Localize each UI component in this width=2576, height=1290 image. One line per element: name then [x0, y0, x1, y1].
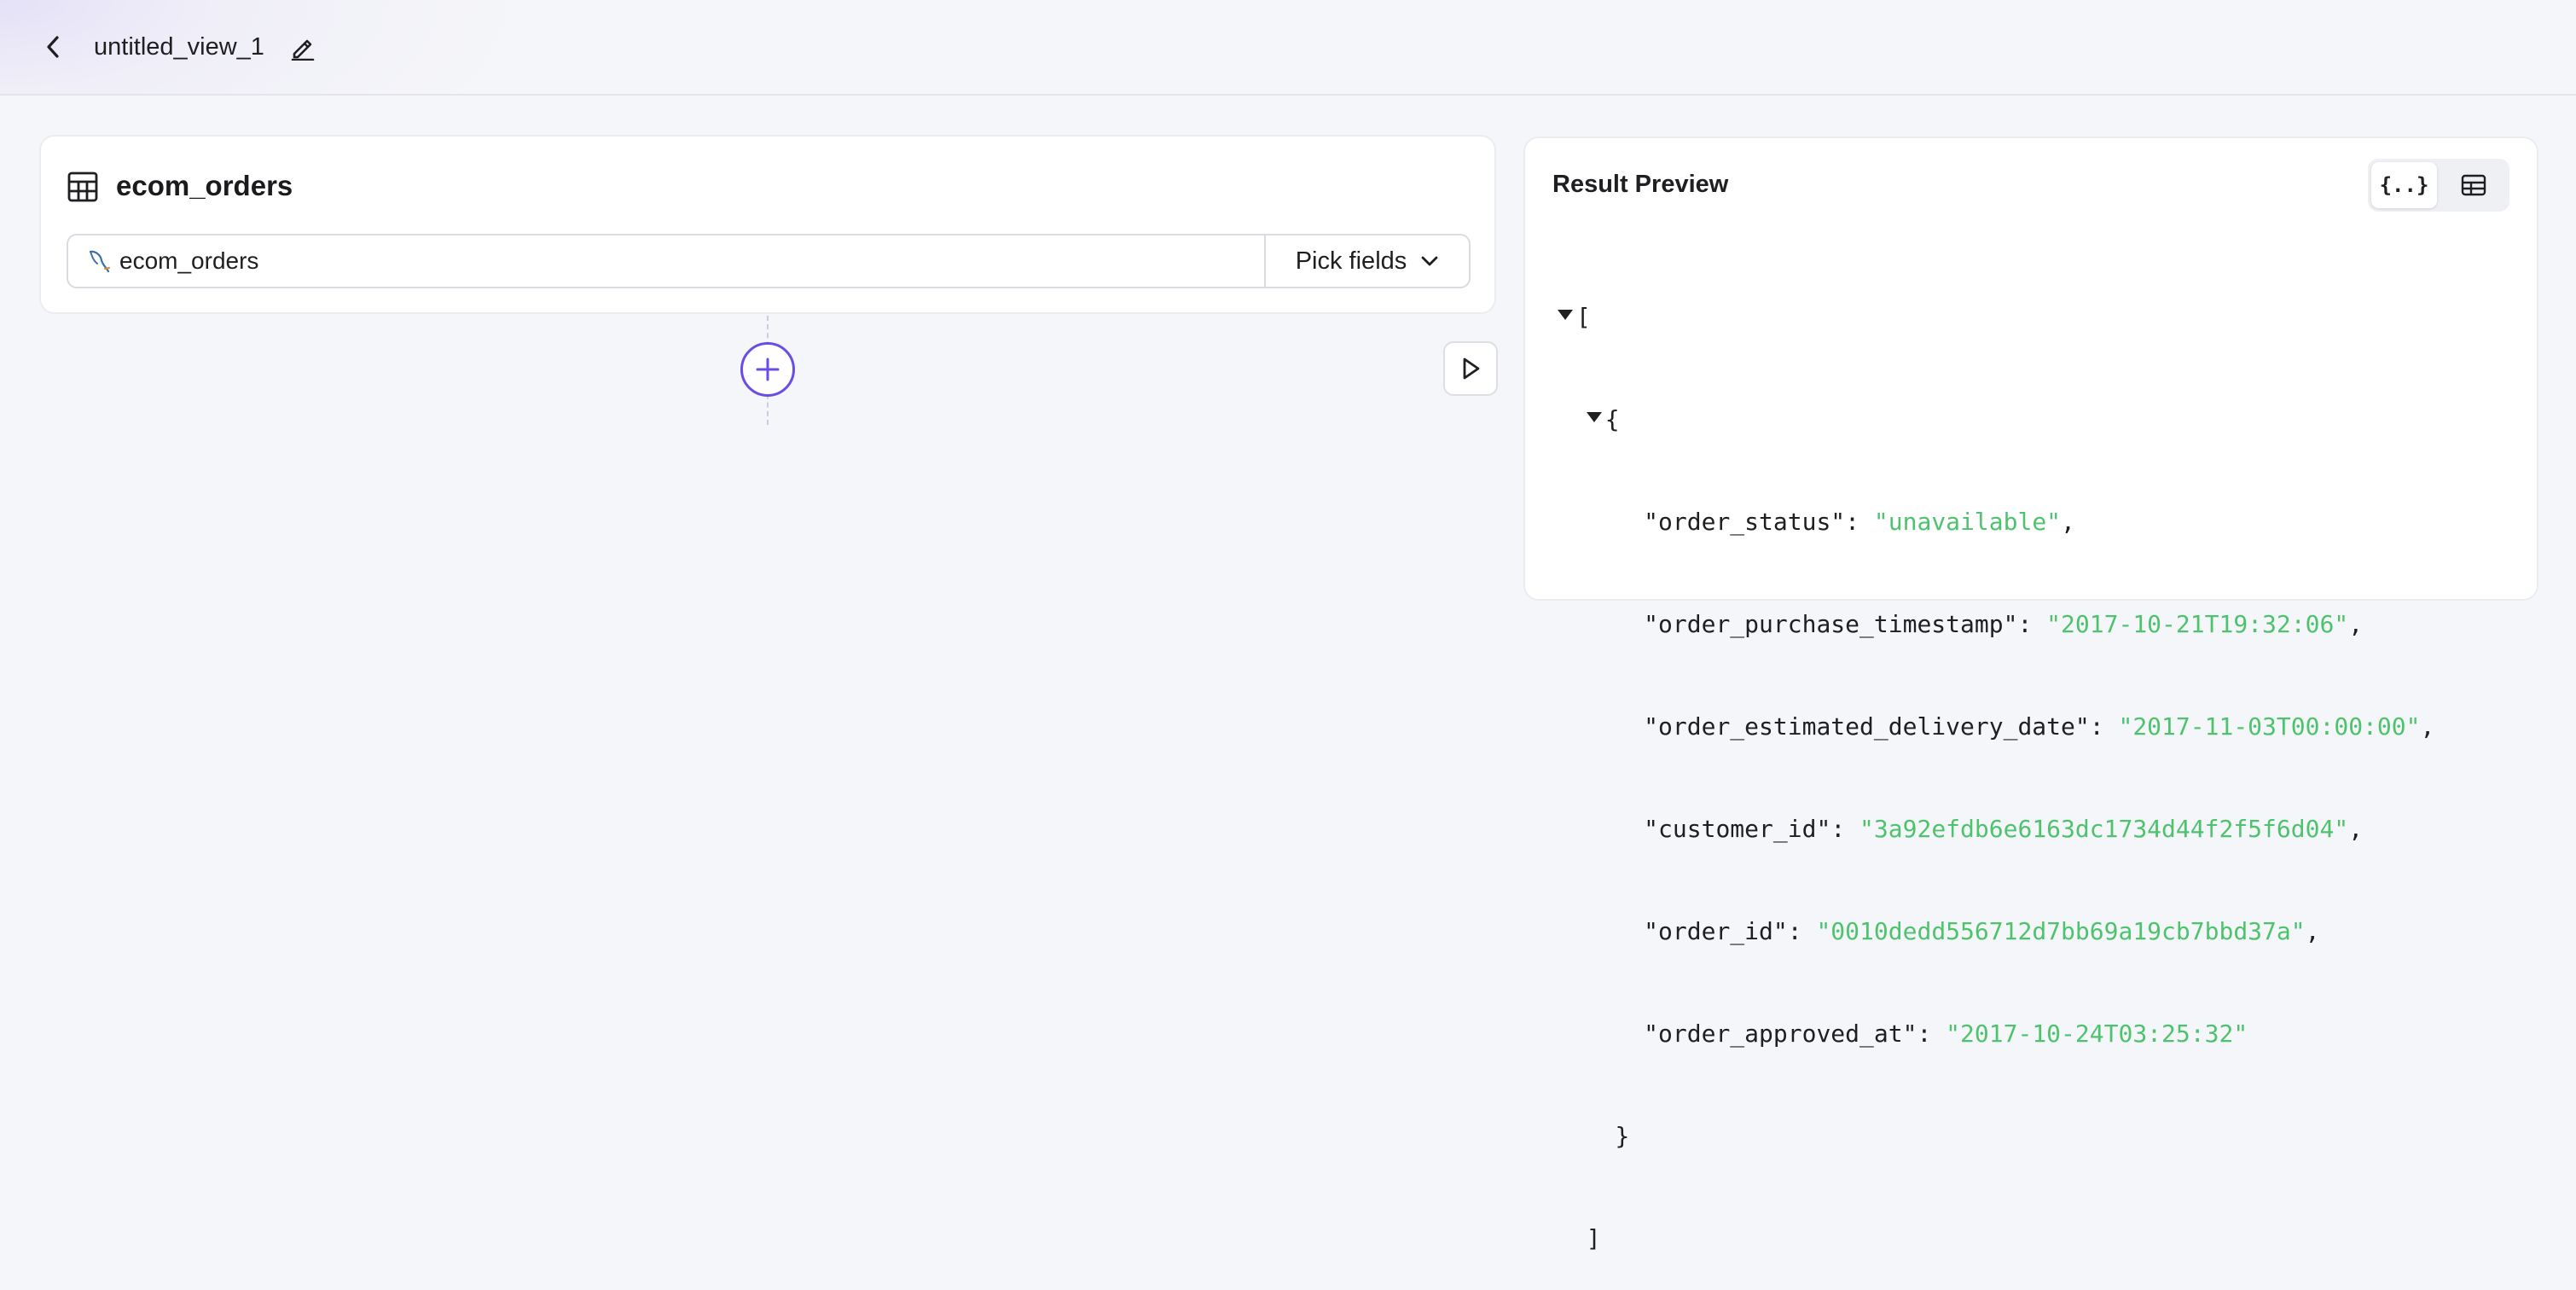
- add-step-button[interactable]: [740, 342, 795, 397]
- json-key: "order_approved_at": [1644, 1020, 1917, 1048]
- chevron-left-icon: [47, 36, 59, 58]
- source-title: ecom_orders: [116, 170, 293, 201]
- json-key: "order_estimated_delivery_date": [1644, 712, 2090, 741]
- play-icon: [1463, 357, 1480, 380]
- view-mode-toggle: {..}: [2368, 159, 2509, 212]
- json-view-button[interactable]: {..}: [2371, 162, 2437, 208]
- pick-fields-button[interactable]: Pick fields: [1264, 235, 1469, 287]
- json-key: "customer_id": [1644, 815, 1831, 843]
- source-card: ecom_orders ecom_orders Pick fields: [39, 135, 1496, 314]
- json-value: "unavailable": [1873, 508, 2062, 536]
- json-array-open: [: [1558, 300, 2434, 334]
- json-key: "order_id": [1644, 917, 1788, 945]
- pencil-icon: [291, 39, 315, 61]
- collapse-object-icon[interactable]: [1586, 412, 1602, 422]
- table-icon: [67, 171, 98, 202]
- source-dropdown[interactable]: ecom_orders: [68, 235, 1264, 287]
- source-selector: ecom_orders Pick fields: [67, 234, 1471, 288]
- json-field-row: "customer_id": "3a92efdb6e6163dc1734d44f…: [1644, 815, 2364, 843]
- table-icon: [2461, 174, 2486, 196]
- preview-title: Result Preview: [1552, 171, 1729, 198]
- edit-title-button[interactable]: [287, 31, 319, 63]
- json-value: "3a92efdb6e6163dc1734d44f2f5f6d04": [1859, 815, 2349, 843]
- table-view-button[interactable]: [2440, 162, 2506, 208]
- json-object-close: }: [1615, 1122, 1630, 1150]
- json-field-row: "order_id": "0010dedd556712d7bb69a19cb7b…: [1644, 917, 2320, 945]
- json-field-row: "order_approved_at": "2017-10-24T03:25:3…: [1644, 1020, 2248, 1048]
- json-key: "order_status": [1644, 508, 1846, 536]
- selected-source-value: ecom_orders: [119, 247, 259, 274]
- json-field-row: "order_purchase_timestamp": "2017-10-21T…: [1644, 610, 2364, 638]
- run-button[interactable]: [1443, 341, 1498, 396]
- plus-icon: [756, 357, 780, 381]
- json-braces-icon: {..}: [2379, 173, 2429, 197]
- chevron-down-icon: [1421, 256, 1438, 266]
- back-button[interactable]: [38, 28, 68, 66]
- json-key: "order_purchase_timestamp": [1644, 610, 2018, 638]
- json-preview: [ { "order_status": "unavailable", "orde…: [1558, 232, 2434, 1290]
- mysql-dolphin-icon: [89, 250, 110, 273]
- json-array-close: ]: [1586, 1224, 1601, 1252]
- json-value: "2017-10-21T19:32:06": [2046, 610, 2349, 638]
- top-bar: untitled_view_1: [0, 0, 2576, 96]
- json-field-row: "order_estimated_delivery_date": "2017-1…: [1644, 712, 2435, 741]
- result-preview-panel: Result Preview {..} [ { "order_status": …: [1523, 137, 2538, 1252]
- view-title: untitled_view_1: [94, 33, 264, 61]
- json-value: "2017-10-24T03:25:32": [1946, 1020, 2248, 1048]
- json-field-row: "order_status": "unavailable",: [1644, 508, 2075, 536]
- pick-fields-label: Pick fields: [1295, 247, 1407, 275]
- collapse-array-icon[interactable]: [1558, 310, 1573, 320]
- json-value: "0010dedd556712d7bb69a19cb7bbd37a": [1816, 917, 2306, 945]
- json-object-open: {: [1558, 403, 2434, 437]
- json-value: "2017-11-03T00:00:00": [2118, 712, 2421, 741]
